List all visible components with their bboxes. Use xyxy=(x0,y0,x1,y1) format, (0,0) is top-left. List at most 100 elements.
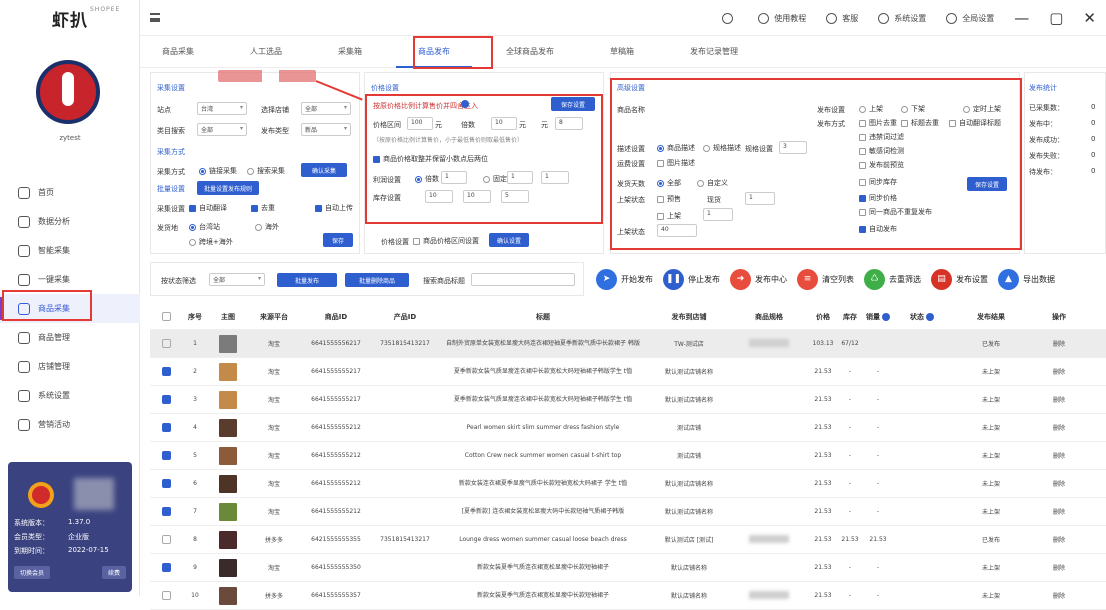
chk-translate-title[interactable]: 自动翻译标题 xyxy=(949,118,1001,128)
menu-icon[interactable] xyxy=(150,13,160,22)
radio-multiple[interactable]: 倍数 xyxy=(415,174,439,184)
row-checkbox[interactable] xyxy=(161,451,171,460)
sidebar-item-3[interactable]: 一键采集 xyxy=(0,265,140,294)
chk-image-dedupe[interactable]: 图片去重 xyxy=(859,118,897,128)
row-select[interactable] xyxy=(150,563,182,572)
table-row[interactable]: 3 淘宝 6641555555217 夏季新款女装气质显瘦连衣裙中长款宽松大码短袖裙子… xyxy=(150,386,1106,414)
price-min-input[interactable]: 100 xyxy=(407,117,433,130)
table-row[interactable]: 8 拼多多 6421555555355 7351815413217 Lounge dre… xyxy=(150,526,1106,554)
confirm-price-button[interactable]: 确认设置 xyxy=(489,233,529,247)
store-select[interactable]: 全部 xyxy=(301,102,351,115)
radio-tw[interactable]: 台湾站 xyxy=(189,222,220,232)
chk-no-repeat[interactable]: 同一商品不重复发布 xyxy=(859,207,932,217)
tab-6[interactable]: 发布记录管理 xyxy=(668,36,760,68)
stock-input-1[interactable]: 10 xyxy=(425,190,453,203)
row-checkbox[interactable] xyxy=(161,563,171,572)
table-row[interactable]: 4 淘宝 6641555555212 Pearl women skirt slim s… xyxy=(150,414,1106,442)
batch-rule-button[interactable]: 批量设置发布规则 xyxy=(197,181,259,195)
chk-preview[interactable]: 发布前预览 xyxy=(859,160,904,170)
delete-link[interactable]: 删除 xyxy=(1032,395,1086,404)
action-button-6[interactable]: ▲ 导出数据 xyxy=(998,268,1055,290)
product-thumbnail[interactable] xyxy=(219,334,237,353)
delete-link[interactable]: 删除 xyxy=(1032,507,1086,516)
tab-0[interactable]: 商品采集 xyxy=(140,36,216,68)
row-select[interactable] xyxy=(150,367,182,376)
shelf-input[interactable]: 1 xyxy=(703,208,733,221)
radio-timed[interactable]: 定时上架 xyxy=(963,104,1001,114)
close-button[interactable]: ✕ xyxy=(1083,9,1096,27)
tab-1[interactable]: 人工选品 xyxy=(228,36,304,68)
table-row[interactable]: 6 淘宝 6641555555212 新款女装连衣裙夏季显瘦气质中长款短袖宽松大码裙子… xyxy=(150,470,1106,498)
save-price-button[interactable]: 保存设置 xyxy=(551,97,595,111)
product-thumbnail[interactable] xyxy=(219,474,237,493)
row-select[interactable] xyxy=(150,395,182,404)
action-button-4[interactable]: ♺ 去重筛选 xyxy=(864,268,921,290)
renew-button[interactable]: 续费 xyxy=(101,566,126,579)
maximize-button[interactable]: ▢ xyxy=(1049,9,1063,27)
action-button-5[interactable]: ▤ 发布设置 xyxy=(931,268,988,290)
table-row[interactable]: 9 淘宝 6641555555350 新款女装夏季气质连衣裙宽松显瘦中长款短袖裙子 默认… xyxy=(150,554,1106,582)
radio-list[interactable]: 上架 xyxy=(859,104,883,114)
chk-banned-words[interactable]: 违禁词过滤 xyxy=(859,132,904,142)
tab-5[interactable]: 草稿箱 xyxy=(588,36,656,68)
confirm-collect-button[interactable]: 确认采集 xyxy=(301,163,347,177)
product-thumbnail[interactable] xyxy=(219,530,237,549)
radio-search-collect[interactable]: 搜索采集 xyxy=(247,166,285,176)
chk-title-dedupe[interactable]: 标题去重 xyxy=(901,118,939,128)
radio-fixed[interactable]: 固定 xyxy=(483,174,507,184)
ship-input[interactable]: 1 xyxy=(745,192,775,205)
radio-desc-spec[interactable]: 规格描述 xyxy=(703,143,741,153)
action-button-3[interactable]: ≡ 清空列表 xyxy=(797,268,854,290)
site-select[interactable]: 台湾 xyxy=(197,102,247,115)
batch-publish-button[interactable]: 批量发布 xyxy=(277,273,337,287)
table-row[interactable]: 10 拼多多 6641555555357 新款女装夏季气质连衣裙宽松显瘦中长款短袖裙子… xyxy=(150,582,1106,610)
top-action-2[interactable]: 客服 xyxy=(826,12,858,24)
radio-ship-all[interactable]: 全部 xyxy=(657,178,681,188)
search-input[interactable] xyxy=(471,273,575,286)
row-select[interactable] xyxy=(150,507,182,516)
profit-fixed-input[interactable]: 1 xyxy=(507,171,533,184)
save-advanced-button[interactable]: 保存设置 xyxy=(967,177,1007,191)
category-select[interactable]: 全部 xyxy=(197,123,247,136)
row-select[interactable] xyxy=(150,451,182,460)
row-checkbox[interactable] xyxy=(161,423,171,432)
chk-list[interactable]: 上架 xyxy=(657,211,681,221)
row-checkbox[interactable] xyxy=(161,367,171,376)
header-select-all[interactable] xyxy=(150,312,182,321)
sidebar-item-5[interactable]: 商品管理 xyxy=(0,323,140,352)
top-action-0[interactable] xyxy=(722,12,738,24)
top-action-3[interactable]: 系统设置 xyxy=(878,12,926,24)
delete-link[interactable]: 删除 xyxy=(1032,479,1086,488)
radio-ship-custom[interactable]: 自定义 xyxy=(697,178,728,188)
delete-link[interactable]: 删除 xyxy=(1032,451,1086,460)
stock-input-3[interactable]: 5 xyxy=(501,190,529,203)
chk-auto-translate[interactable]: 自动翻译 xyxy=(189,203,227,213)
multiple-input[interactable]: 10 xyxy=(491,117,517,130)
sidebar-item-6[interactable]: 店铺管理 xyxy=(0,352,140,381)
tab-3[interactable]: 商品发布 xyxy=(396,36,472,68)
chk-preorder[interactable]: 预售 xyxy=(657,194,681,204)
action-button-1[interactable]: ❚❚ 停止发布 xyxy=(663,268,720,290)
row-checkbox[interactable] xyxy=(161,507,171,516)
radio-delist[interactable]: 下架 xyxy=(901,104,925,114)
top-action-4[interactable]: 全局设置 xyxy=(946,12,994,24)
info-icon[interactable] xyxy=(461,100,469,108)
chk-auto-publish[interactable]: 自动发布 xyxy=(859,224,897,234)
product-thumbnail[interactable] xyxy=(219,446,237,465)
profit-multiple-input[interactable]: 1 xyxy=(441,171,467,184)
status-filter-select[interactable]: 全部 xyxy=(209,273,265,286)
price-round-input[interactable]: 8 xyxy=(555,117,583,130)
sidebar-item-4[interactable]: 商品采集 xyxy=(0,294,140,323)
row-select[interactable] xyxy=(150,479,182,488)
row-checkbox[interactable] xyxy=(161,535,171,544)
batch-delete-button[interactable]: 批量删除商品 xyxy=(345,273,409,287)
sidebar-item-2[interactable]: 智能采集 xyxy=(0,236,140,265)
tab-4[interactable]: 全球商品发布 xyxy=(484,36,576,68)
row-select[interactable] xyxy=(150,423,182,432)
row-checkbox[interactable] xyxy=(161,395,171,404)
stock-input-2[interactable]: 10 xyxy=(463,190,491,203)
chk-round-price[interactable]: 商品价格取整并保留小数点后两位 xyxy=(373,154,488,164)
action-button-2[interactable]: ➜ 发布中心 xyxy=(730,268,787,290)
table-row[interactable]: 5 淘宝 6641555555212 Cotton Crew neck summer … xyxy=(150,442,1106,470)
save-button[interactable]: 保存 xyxy=(323,233,353,247)
